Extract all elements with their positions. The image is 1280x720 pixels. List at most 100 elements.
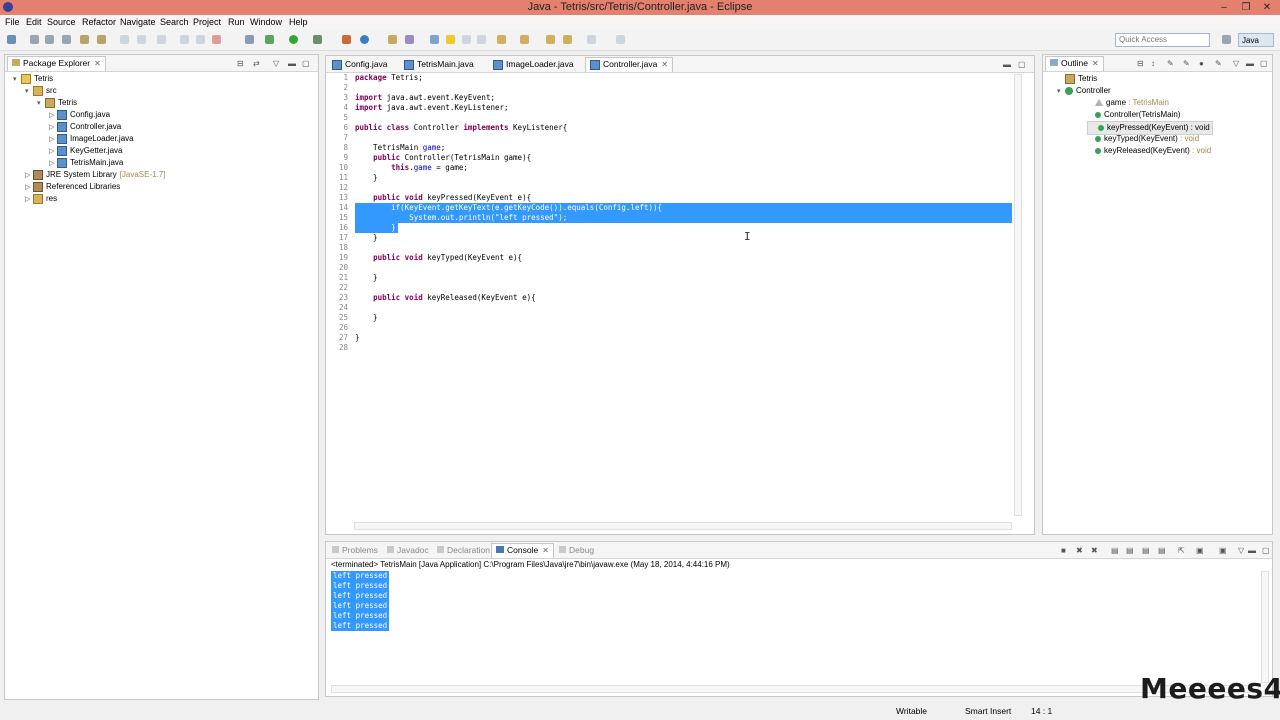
terminate-icon[interactable]: ■ (1061, 546, 1066, 555)
save-icon[interactable] (30, 35, 39, 44)
next-annotation-icon[interactable] (497, 35, 506, 44)
menu-project[interactable]: Project (193, 17, 221, 27)
code-line[interactable]: 21 } (326, 273, 1012, 283)
menu-navigate[interactable]: Navigate (120, 17, 156, 27)
pin-console-icon[interactable]: ⇱ (1178, 546, 1185, 555)
run-icon[interactable] (289, 35, 298, 44)
minimize-view-icon[interactable]: ▬ (288, 59, 296, 68)
skip-icon[interactable] (157, 35, 166, 44)
code-line[interactable]: 25 } (326, 313, 1012, 323)
minimize-button[interactable]: – (1214, 0, 1234, 15)
code-line[interactable]: 14 if(KeyEvent.getKeyText(e.getKeyCode()… (326, 203, 1012, 213)
code-line[interactable]: 2 (326, 83, 1012, 93)
pin-editor-icon[interactable] (616, 35, 625, 44)
remove-all-icon[interactable]: ✖ (1091, 546, 1098, 555)
menu-file[interactable]: File (5, 17, 20, 27)
maximize-editor-icon[interactable]: ▢ (1018, 60, 1026, 69)
debug-icon[interactable] (265, 35, 274, 44)
block-select-icon[interactable] (462, 35, 471, 44)
new-class-icon[interactable] (360, 35, 369, 44)
hide-fields-icon[interactable]: ✎ (1167, 59, 1174, 68)
code-line[interactable]: 6 public class Controller implements KeyL… (326, 123, 1012, 133)
tree-item[interactable]: ▾ src (25, 85, 57, 97)
expanded-arrow-icon[interactable]: ▾ (1057, 86, 1065, 98)
tab-javadoc[interactable]: Javadoc (383, 544, 433, 558)
tab-declaration[interactable]: Declaration (433, 544, 494, 558)
code-line[interactable]: 26 (326, 323, 1012, 333)
menu-refactor[interactable]: Refactor (82, 17, 116, 27)
tab-debug[interactable]: Debug (555, 544, 598, 558)
menu-run[interactable]: Run (228, 17, 245, 27)
tab-tetrismain-java[interactable]: TetrisMain.java (400, 58, 478, 72)
tree-item[interactable]: ▷ Controller.java (49, 121, 121, 133)
last-edit-icon[interactable] (546, 35, 555, 44)
tree-item[interactable]: ▷ TetrisMain.java (49, 157, 123, 169)
open-type-icon[interactable] (80, 35, 89, 44)
code-line[interactable]: 9 public Controller(TetrisMain game){ (326, 153, 1012, 163)
close-icon[interactable]: ✕ (94, 59, 101, 68)
sort-icon[interactable]: ↕ (1151, 59, 1155, 68)
redo-icon[interactable] (137, 35, 146, 44)
hide-static-icon[interactable]: ✎ (1183, 59, 1190, 68)
minimize-editor-icon[interactable]: ▬ (1003, 60, 1011, 69)
show-stderr-icon[interactable]: ▤ (1158, 546, 1166, 555)
scroll-lock-icon[interactable]: ▤ (1126, 546, 1134, 555)
show-whitespace-icon[interactable] (477, 35, 486, 44)
console-vertical-scrollbar[interactable] (1261, 571, 1269, 683)
tree-item[interactable]: ▷ JRE System Library [JavaSE-1.7] (25, 169, 166, 181)
show-stdout-icon[interactable]: ▤ (1142, 546, 1150, 555)
view-menu-icon[interactable]: ▽ (273, 59, 279, 68)
tree-item[interactable]: ▷ KeyGetter.java (49, 145, 122, 157)
code-line[interactable]: 20 (326, 263, 1012, 273)
forward-icon[interactable] (587, 35, 596, 44)
view-menu-icon[interactable]: ▽ (1233, 59, 1239, 68)
save-all-icon[interactable] (45, 35, 54, 44)
clear-console-icon[interactable]: ▤ (1111, 546, 1119, 555)
collapse-all-icon[interactable]: ⊟ (1137, 59, 1144, 68)
outline-item[interactable]: Tetris (1057, 73, 1097, 85)
maximize-view-icon[interactable]: ▢ (302, 59, 310, 68)
horizontal-scrollbar[interactable] (354, 522, 1012, 530)
code-line[interactable]: 8 TetrisMain game; (326, 143, 1012, 153)
code-line[interactable]: 28 (326, 343, 1012, 353)
drop-to-frame-icon[interactable] (245, 35, 254, 44)
menu-search[interactable]: Search (160, 17, 189, 27)
open-task-icon[interactable] (97, 35, 106, 44)
vertical-scrollbar[interactable] (1014, 74, 1022, 516)
open-console-icon[interactable]: ▣ (1219, 546, 1227, 555)
code-line[interactable]: 24 (326, 303, 1012, 313)
search-icon[interactable] (405, 35, 414, 44)
suspend-icon[interactable] (196, 35, 205, 44)
menu-window[interactable]: Window (250, 17, 282, 27)
tab-config-java[interactable]: Config.java (328, 58, 392, 72)
maximize-button[interactable]: ❐ (1236, 0, 1256, 15)
tab-outline[interactable]: Outline ✕ (1045, 56, 1104, 71)
collapsed-arrow-icon[interactable]: ▷ (25, 194, 33, 206)
link-editor-icon[interactable]: ⇄ (253, 59, 260, 68)
tree-item[interactable]: ▷ Config.java (49, 109, 110, 121)
external-tools-icon[interactable] (313, 35, 322, 44)
new-icon[interactable] (7, 35, 16, 44)
collapse-all-icon[interactable]: ⊟ (237, 59, 244, 68)
display-console-icon[interactable]: ▣ (1196, 546, 1204, 555)
minimize-view-icon[interactable]: ▬ (1248, 546, 1256, 555)
code-line[interactable]: 15 System.out.println("left pressed"); (326, 213, 1012, 223)
hide-nonpublic-icon[interactable]: ● (1199, 59, 1204, 68)
outline-item[interactable]: keyReleased(KeyEvent) : void (1087, 145, 1211, 157)
code-line[interactable]: 1 package Tetris; (326, 73, 1012, 83)
outline-item[interactable]: Controller(TetrisMain) (1087, 109, 1180, 121)
remove-launch-icon[interactable]: ✖ (1076, 546, 1083, 555)
tab-imageloader-java[interactable]: ImageLoader.java (489, 58, 578, 72)
menu-edit[interactable]: Edit (26, 17, 42, 27)
code-line[interactable]: 11 } (326, 173, 1012, 183)
open-folder-icon[interactable] (388, 35, 397, 44)
close-icon[interactable]: ✕ (661, 60, 668, 69)
tree-item[interactable]: ▾ Tetris (37, 97, 77, 109)
minimize-view-icon[interactable]: ▬ (1246, 59, 1254, 68)
code-editor[interactable]: 1 package Tetris; 2 3 import java.awt.event.… (326, 73, 1012, 513)
tree-item[interactable]: ▾ Tetris (13, 73, 53, 85)
code-line[interactable]: 18 (326, 243, 1012, 253)
code-line[interactable]: 3 import java.awt.event.KeyEvent; (326, 93, 1012, 103)
view-menu-icon[interactable]: ▽ (1238, 546, 1244, 555)
hide-local-types-icon[interactable]: ✎ (1215, 59, 1222, 68)
